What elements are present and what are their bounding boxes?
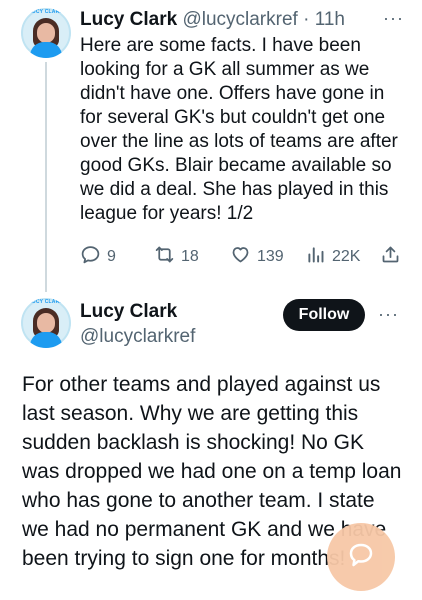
like-button[interactable]: 139: [230, 244, 284, 270]
avatar[interactable]: LUCY CLARK: [21, 8, 71, 58]
reply-button[interactable]: 9: [80, 244, 116, 270]
thread-line: [45, 62, 47, 292]
avatar-banner-text: LUCY CLARK: [28, 299, 64, 305]
author-handle[interactable]: @lucyclarkref: [182, 9, 297, 30]
views-icon: [305, 244, 332, 270]
share-icon: [380, 244, 407, 270]
more-options-button[interactable]: ···: [383, 8, 404, 29]
follow-button[interactable]: Follow: [283, 299, 365, 331]
retweet-button[interactable]: 18: [154, 244, 199, 270]
chat-bubble-icon: [346, 540, 376, 575]
heart-icon: [230, 244, 257, 270]
tweet-actions: 9 18 139 22K: [80, 244, 410, 270]
separator: ·: [303, 9, 310, 30]
tweet-time[interactable]: 11h: [315, 9, 345, 30]
reply-count: 9: [107, 248, 116, 265]
tweet-2[interactable]: LUCY CLARK Lucy Clark @lucyclarkref Foll…: [0, 290, 422, 600]
chat-fab-button[interactable]: [327, 523, 395, 591]
tweet-header: Lucy Clark @lucyclarkref · 11h: [80, 8, 345, 32]
tweet-1[interactable]: LUCY CLARK Lucy Clark @lucyclarkref · 11…: [0, 0, 422, 292]
views-count: 22K: [332, 248, 361, 265]
tweet-text: Here are some facts. I have been looking…: [80, 35, 398, 224]
retweet-icon: [154, 244, 181, 270]
more-options-button[interactable]: ···: [378, 304, 399, 325]
avatar-banner-text: LUCY CLARK: [28, 9, 64, 15]
retweet-count: 18: [181, 248, 199, 265]
share-button[interactable]: [380, 244, 407, 270]
author-handle[interactable]: @lucyclarkref: [80, 325, 195, 349]
avatar[interactable]: LUCY CLARK: [21, 298, 71, 348]
avatar-face: [37, 313, 55, 333]
author-name[interactable]: Lucy Clark: [80, 300, 177, 324]
like-count: 139: [257, 248, 284, 265]
avatar-face: [37, 23, 55, 43]
reply-icon: [80, 244, 107, 270]
author-name[interactable]: Lucy Clark: [80, 9, 177, 30]
views-button[interactable]: 22K: [305, 244, 360, 270]
